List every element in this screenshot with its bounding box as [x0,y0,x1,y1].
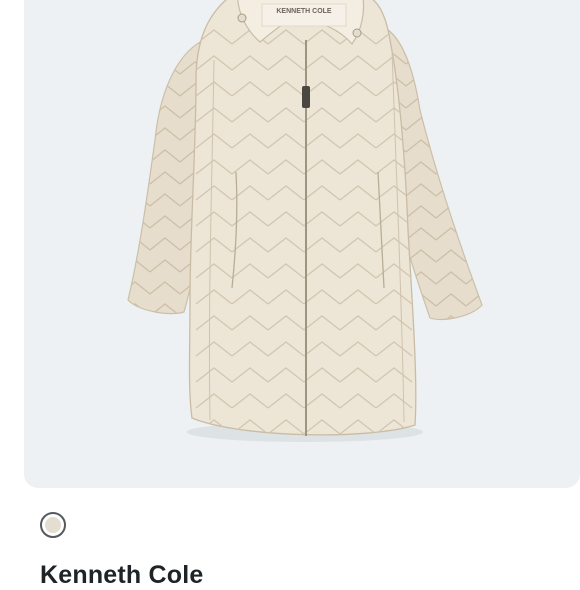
coat-illustration: KENNETH COLE [127,0,483,442]
color-swatch[interactable] [40,512,66,538]
coat-label-text: KENNETH COLE [276,8,332,15]
brand-name[interactable]: Kenneth Cole [40,561,204,590]
zipper-pull-icon [302,86,310,108]
product-image[interactable]: KENNETH COLE [24,0,580,488]
color-swatch-fill [45,517,61,533]
